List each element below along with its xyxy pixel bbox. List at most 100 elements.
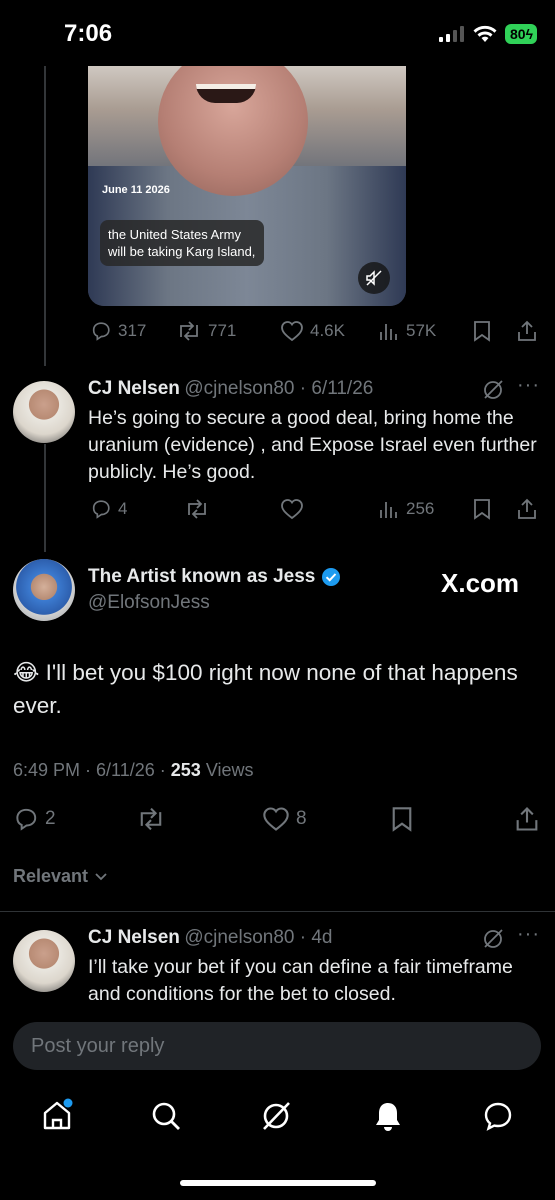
laughing-emoji: 😂: [13, 660, 40, 685]
home-indicator: [180, 1180, 376, 1186]
views-icon: [380, 324, 397, 340]
parent-tweet-actions: 317 771 4.6K 57K: [0, 318, 555, 346]
video-frame-mouth: [196, 84, 256, 103]
post-time: 6:49 PM: [13, 760, 81, 780]
grok-icon[interactable]: [481, 378, 505, 402]
reply-header: CJ Nelsen @cjnelson80 · 4d: [88, 927, 333, 949]
share-icon: [518, 498, 536, 519]
sort-dropdown[interactable]: Relevant: [13, 866, 108, 887]
separator-dot: ·: [80, 760, 97, 780]
repost-button[interactable]: [136, 806, 166, 832]
x-com-watermark: X.com: [441, 568, 520, 598]
avatar[interactable]: [13, 381, 75, 443]
bookmark-icon: [474, 321, 490, 342]
like-count: 8: [296, 808, 307, 829]
separator-dot: ·: [294, 927, 312, 948]
bookmark-icon: [474, 499, 490, 520]
verified-icon: [322, 568, 341, 586]
repost-icon: [140, 807, 162, 831]
main-tweet-text: 😂 I'll bet you $100 right now none of th…: [13, 656, 533, 722]
separator-dot: ·: [294, 378, 312, 399]
battery-indicator: 80ϟ: [505, 24, 537, 44]
nav-search[interactable]: [150, 1100, 182, 1132]
divider: [0, 911, 555, 912]
views-button[interactable]: 57K: [378, 320, 436, 342]
reply-count: 2: [45, 808, 56, 829]
views-count: 253: [170, 760, 201, 780]
charging-bolt-icon: ϟ: [525, 26, 533, 42]
like-count: 4.6K: [310, 321, 345, 340]
status-time: 7:06: [64, 20, 113, 47]
reply-button[interactable]: 317: [90, 320, 146, 342]
tweet-meta: 6:49 PM · 6/11/26 · 253 Views: [13, 760, 254, 781]
reply-button[interactable]: 4: [90, 498, 127, 520]
share-button[interactable]: [516, 319, 538, 343]
share-icon: [518, 320, 536, 341]
like-button[interactable]: 8: [262, 806, 307, 832]
reply-icon: [92, 500, 110, 519]
share-button[interactable]: [516, 497, 538, 521]
post-date[interactable]: 6/11/26: [311, 378, 373, 399]
like-icon: [263, 807, 289, 831]
reply-count: 4: [118, 499, 128, 518]
views-count: 57K: [406, 321, 437, 340]
main-author[interactable]: The Artist known as Jess: [88, 566, 341, 588]
more-icon[interactable]: ···: [517, 923, 540, 946]
views-button[interactable]: 256: [378, 498, 434, 520]
reply-input[interactable]: Post your reply: [13, 1022, 541, 1070]
separator-dot: ·: [154, 760, 171, 780]
repost-button[interactable]: 771: [176, 320, 236, 342]
avatar[interactable]: [13, 559, 75, 621]
bookmark-icon: [392, 807, 412, 832]
bookmark-button[interactable]: [390, 806, 414, 832]
repost-icon: [188, 499, 206, 519]
messages-icon: [484, 1102, 512, 1131]
video-date-stamp: June 11 2026: [102, 184, 170, 196]
reply-text: I’ll take your bet if you can define a f…: [88, 956, 513, 1005]
notifications-icon: [376, 1103, 400, 1131]
bottom-navigation: [0, 1092, 555, 1142]
reply-icon: [92, 322, 110, 341]
status-indicators: 80ϟ: [439, 24, 537, 44]
author-name[interactable]: CJ Nelsen: [88, 378, 180, 399]
thread-line: [44, 444, 46, 552]
reply-icon: [16, 808, 37, 831]
like-button[interactable]: [280, 498, 304, 520]
reply-button[interactable]: 2: [13, 806, 56, 832]
grok-nav-icon: [263, 1102, 290, 1130]
repost-count: 771: [208, 321, 237, 340]
nav-grok[interactable]: [260, 1100, 292, 1132]
nav-notifications[interactable]: [372, 1100, 404, 1132]
like-icon: [281, 499, 303, 520]
reply-text: He’s going to secure a good deal, bring …: [88, 407, 537, 483]
post-date[interactable]: 4d: [311, 927, 332, 948]
author-handle[interactable]: @cjnelson80: [184, 927, 294, 948]
wifi-icon: [473, 25, 497, 42]
like-icon: [281, 321, 303, 342]
bookmark-button[interactable]: [472, 320, 492, 342]
like-button[interactable]: 4.6K: [280, 320, 345, 342]
nav-home[interactable]: [40, 1098, 74, 1132]
battery-level: 80: [510, 26, 526, 42]
grok-icon[interactable]: [481, 927, 505, 951]
bookmark-button[interactable]: [472, 498, 492, 520]
author-name[interactable]: The Artist known as Jess: [88, 566, 315, 588]
repost-button[interactable]: [184, 498, 210, 520]
author-handle[interactable]: @ElofsonJess: [88, 592, 210, 614]
repost-icon: [180, 321, 198, 341]
share-icon: [516, 807, 538, 831]
nav-messages[interactable]: [482, 1100, 514, 1132]
views-label: Views: [205, 760, 254, 780]
views-icon: [380, 502, 397, 518]
cellular-signal-icon: [439, 26, 464, 42]
author-name[interactable]: CJ Nelsen: [88, 927, 180, 948]
post-date: 6/11/26: [96, 760, 155, 780]
video-player[interactable]: June 11 2026 the United States Army will…: [88, 66, 406, 306]
author-handle[interactable]: @cjnelson80: [184, 378, 294, 399]
mute-button[interactable]: [358, 262, 390, 294]
avatar[interactable]: [13, 930, 75, 992]
share-button[interactable]: [514, 805, 540, 833]
main-tweet-body: I'll bet you $100 right now none of that…: [13, 660, 518, 718]
more-icon[interactable]: ···: [517, 374, 540, 397]
muted-speaker-icon: [366, 270, 382, 286]
